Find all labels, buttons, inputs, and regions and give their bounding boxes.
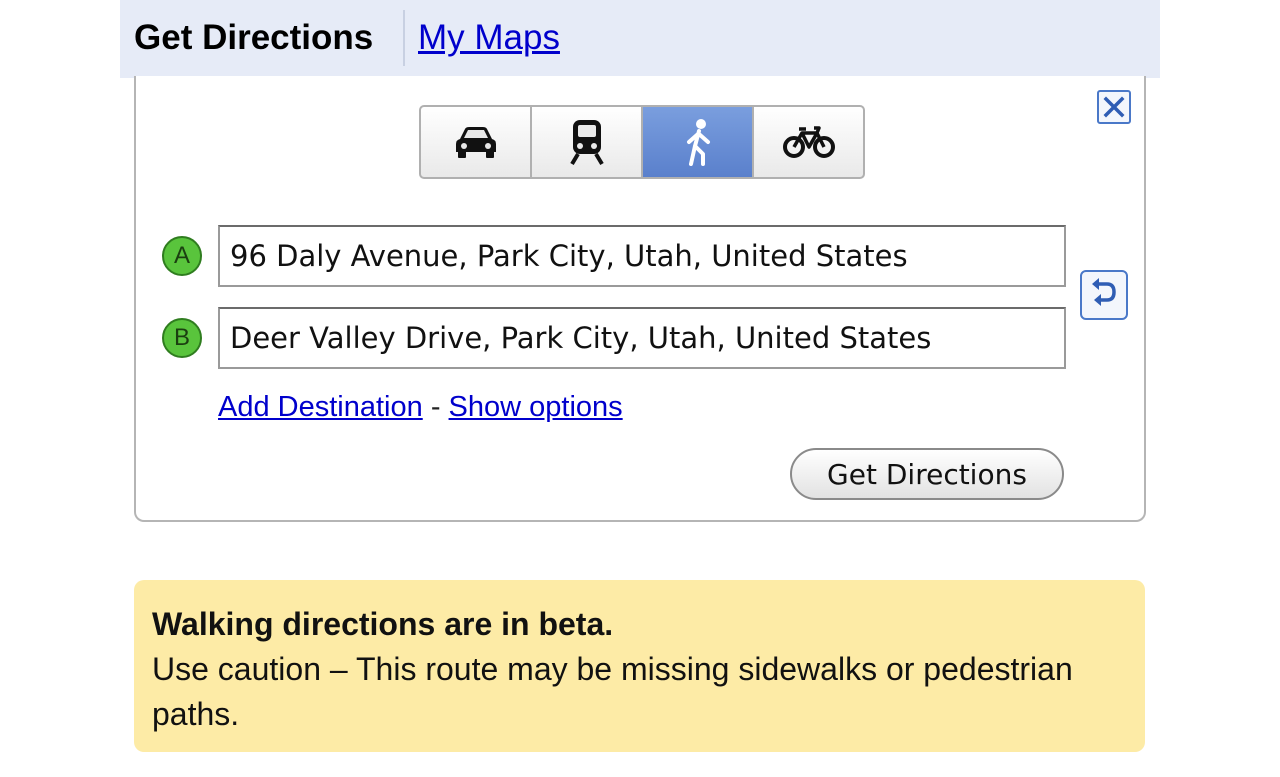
- show-options-link[interactable]: Show options: [449, 391, 623, 423]
- mode-bicycling-button[interactable]: [754, 107, 863, 177]
- start-address-input[interactable]: [218, 225, 1066, 287]
- get-directions-button[interactable]: Get Directions: [790, 448, 1064, 500]
- swap-arrows-icon: [1092, 278, 1116, 306]
- car-icon: [455, 127, 496, 158]
- notice-body: Use caution – This route may be missing …: [152, 651, 1073, 732]
- link-separator: -: [430, 391, 441, 423]
- walking-person-icon: [686, 119, 710, 166]
- mode-driving-button[interactable]: [421, 107, 532, 177]
- travel-mode-selector: [419, 105, 865, 179]
- walking-beta-notice: Walking directions are in beta. Use caut…: [134, 580, 1145, 752]
- close-icon: [1103, 96, 1125, 118]
- tab-divider: [403, 10, 405, 66]
- train-icon: [569, 120, 604, 166]
- notice-title: Walking directions are in beta.: [152, 606, 614, 642]
- end-address-input[interactable]: [218, 307, 1066, 369]
- bicycle-icon: [782, 126, 835, 158]
- start-marker-icon: A: [162, 236, 202, 276]
- mode-walking-button[interactable]: [643, 107, 754, 177]
- tab-get-directions[interactable]: Get Directions: [134, 18, 373, 58]
- end-marker-icon: B: [162, 318, 202, 358]
- add-destination-link[interactable]: Add Destination: [218, 391, 423, 423]
- swap-addresses-button[interactable]: [1080, 270, 1128, 320]
- directions-header: Get Directions My Maps: [120, 0, 1160, 78]
- tab-my-maps[interactable]: My Maps: [418, 18, 560, 58]
- close-button[interactable]: [1097, 90, 1131, 124]
- mode-transit-button[interactable]: [532, 107, 643, 177]
- route-links: Add Destination - Show options: [218, 391, 623, 424]
